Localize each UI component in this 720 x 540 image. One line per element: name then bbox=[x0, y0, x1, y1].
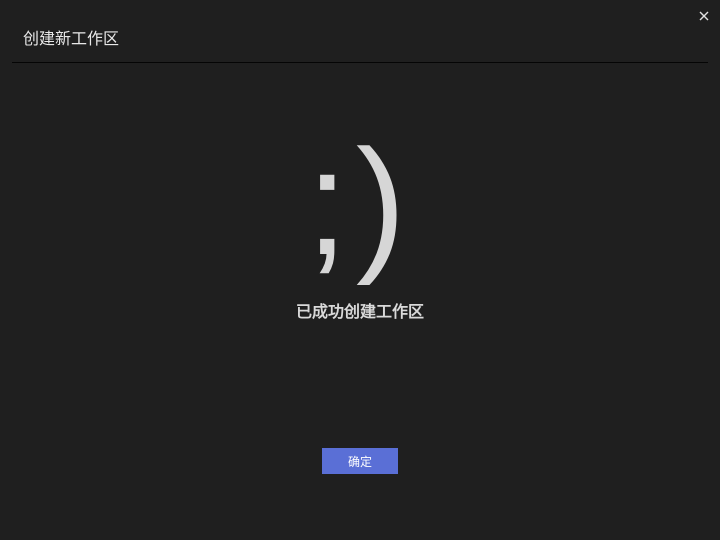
wink-emoticon: ;) bbox=[306, 118, 414, 286]
close-icon bbox=[699, 11, 709, 21]
create-workspace-dialog: 创建新工作区 ;) 已成功创建工作区 确定 bbox=[0, 0, 720, 540]
dialog-title: 创建新工作区 bbox=[23, 29, 120, 48]
success-message: 已成功创建工作区 bbox=[295, 302, 424, 321]
header-divider bbox=[12, 62, 708, 63]
close-button[interactable] bbox=[694, 6, 714, 26]
confirm-button[interactable]: 确定 bbox=[322, 448, 398, 474]
